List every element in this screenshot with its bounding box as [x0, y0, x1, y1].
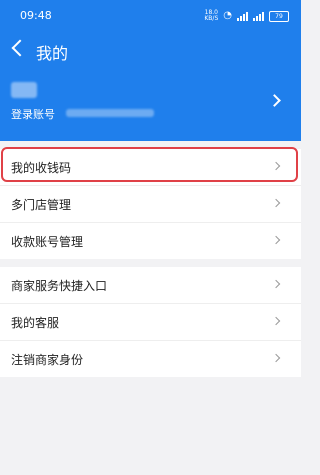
chevron-right-icon — [271, 316, 281, 326]
menu-group-2: 商家服务快捷入口 我的客服 注销商家身份 — [0, 267, 301, 377]
nav-bar: 我的 — [0, 36, 301, 66]
menu-label: 多门店管理 — [11, 198, 72, 212]
account-row[interactable]: 登录账号 — [0, 80, 301, 125]
account-label: 登录账号 — [11, 108, 55, 121]
header: 09:48 18.0 KB/S ◔ 79 我的 登录账号 — [0, 0, 301, 141]
menu-item-payee-accounts[interactable]: 收款账号管理 — [0, 223, 301, 259]
chevron-right-icon — [268, 94, 281, 107]
status-bar: 09:48 18.0 KB/S ◔ 79 — [0, 0, 301, 32]
wifi-icon: ◔ — [223, 10, 232, 21]
back-icon[interactable] — [11, 39, 29, 57]
chevron-right-icon — [271, 353, 281, 363]
status-time: 09:48 — [20, 9, 52, 22]
menu-item-merchant-shortcuts[interactable]: 商家服务快捷入口 — [0, 267, 301, 304]
menu-item-multi-store[interactable]: 多门店管理 — [0, 186, 301, 223]
signal-icon-2 — [253, 11, 264, 21]
menu-item-cancel-merchant[interactable]: 注销商家身份 — [0, 341, 301, 377]
menu-label: 注销商家身份 — [11, 353, 84, 367]
account-number-redacted — [66, 109, 154, 117]
chevron-right-icon — [271, 198, 281, 208]
highlight-box — [1, 147, 298, 182]
menu-label: 我的客服 — [11, 316, 60, 330]
network-speed: 18.0 KB/S — [204, 9, 219, 22]
chevron-right-icon — [271, 279, 281, 289]
menu-label: 收款账号管理 — [11, 235, 84, 249]
chevron-right-icon — [271, 235, 281, 245]
menu-label: 商家服务快捷入口 — [11, 279, 108, 293]
battery-icon: 79 — [269, 10, 289, 22]
menu-item-customer-service[interactable]: 我的客服 — [0, 304, 301, 341]
page-title: 我的 — [36, 44, 69, 63]
system-icons: 18.0 KB/S ◔ 79 — [204, 10, 289, 22]
signal-icon — [237, 11, 248, 21]
account-name-redacted — [11, 82, 37, 98]
